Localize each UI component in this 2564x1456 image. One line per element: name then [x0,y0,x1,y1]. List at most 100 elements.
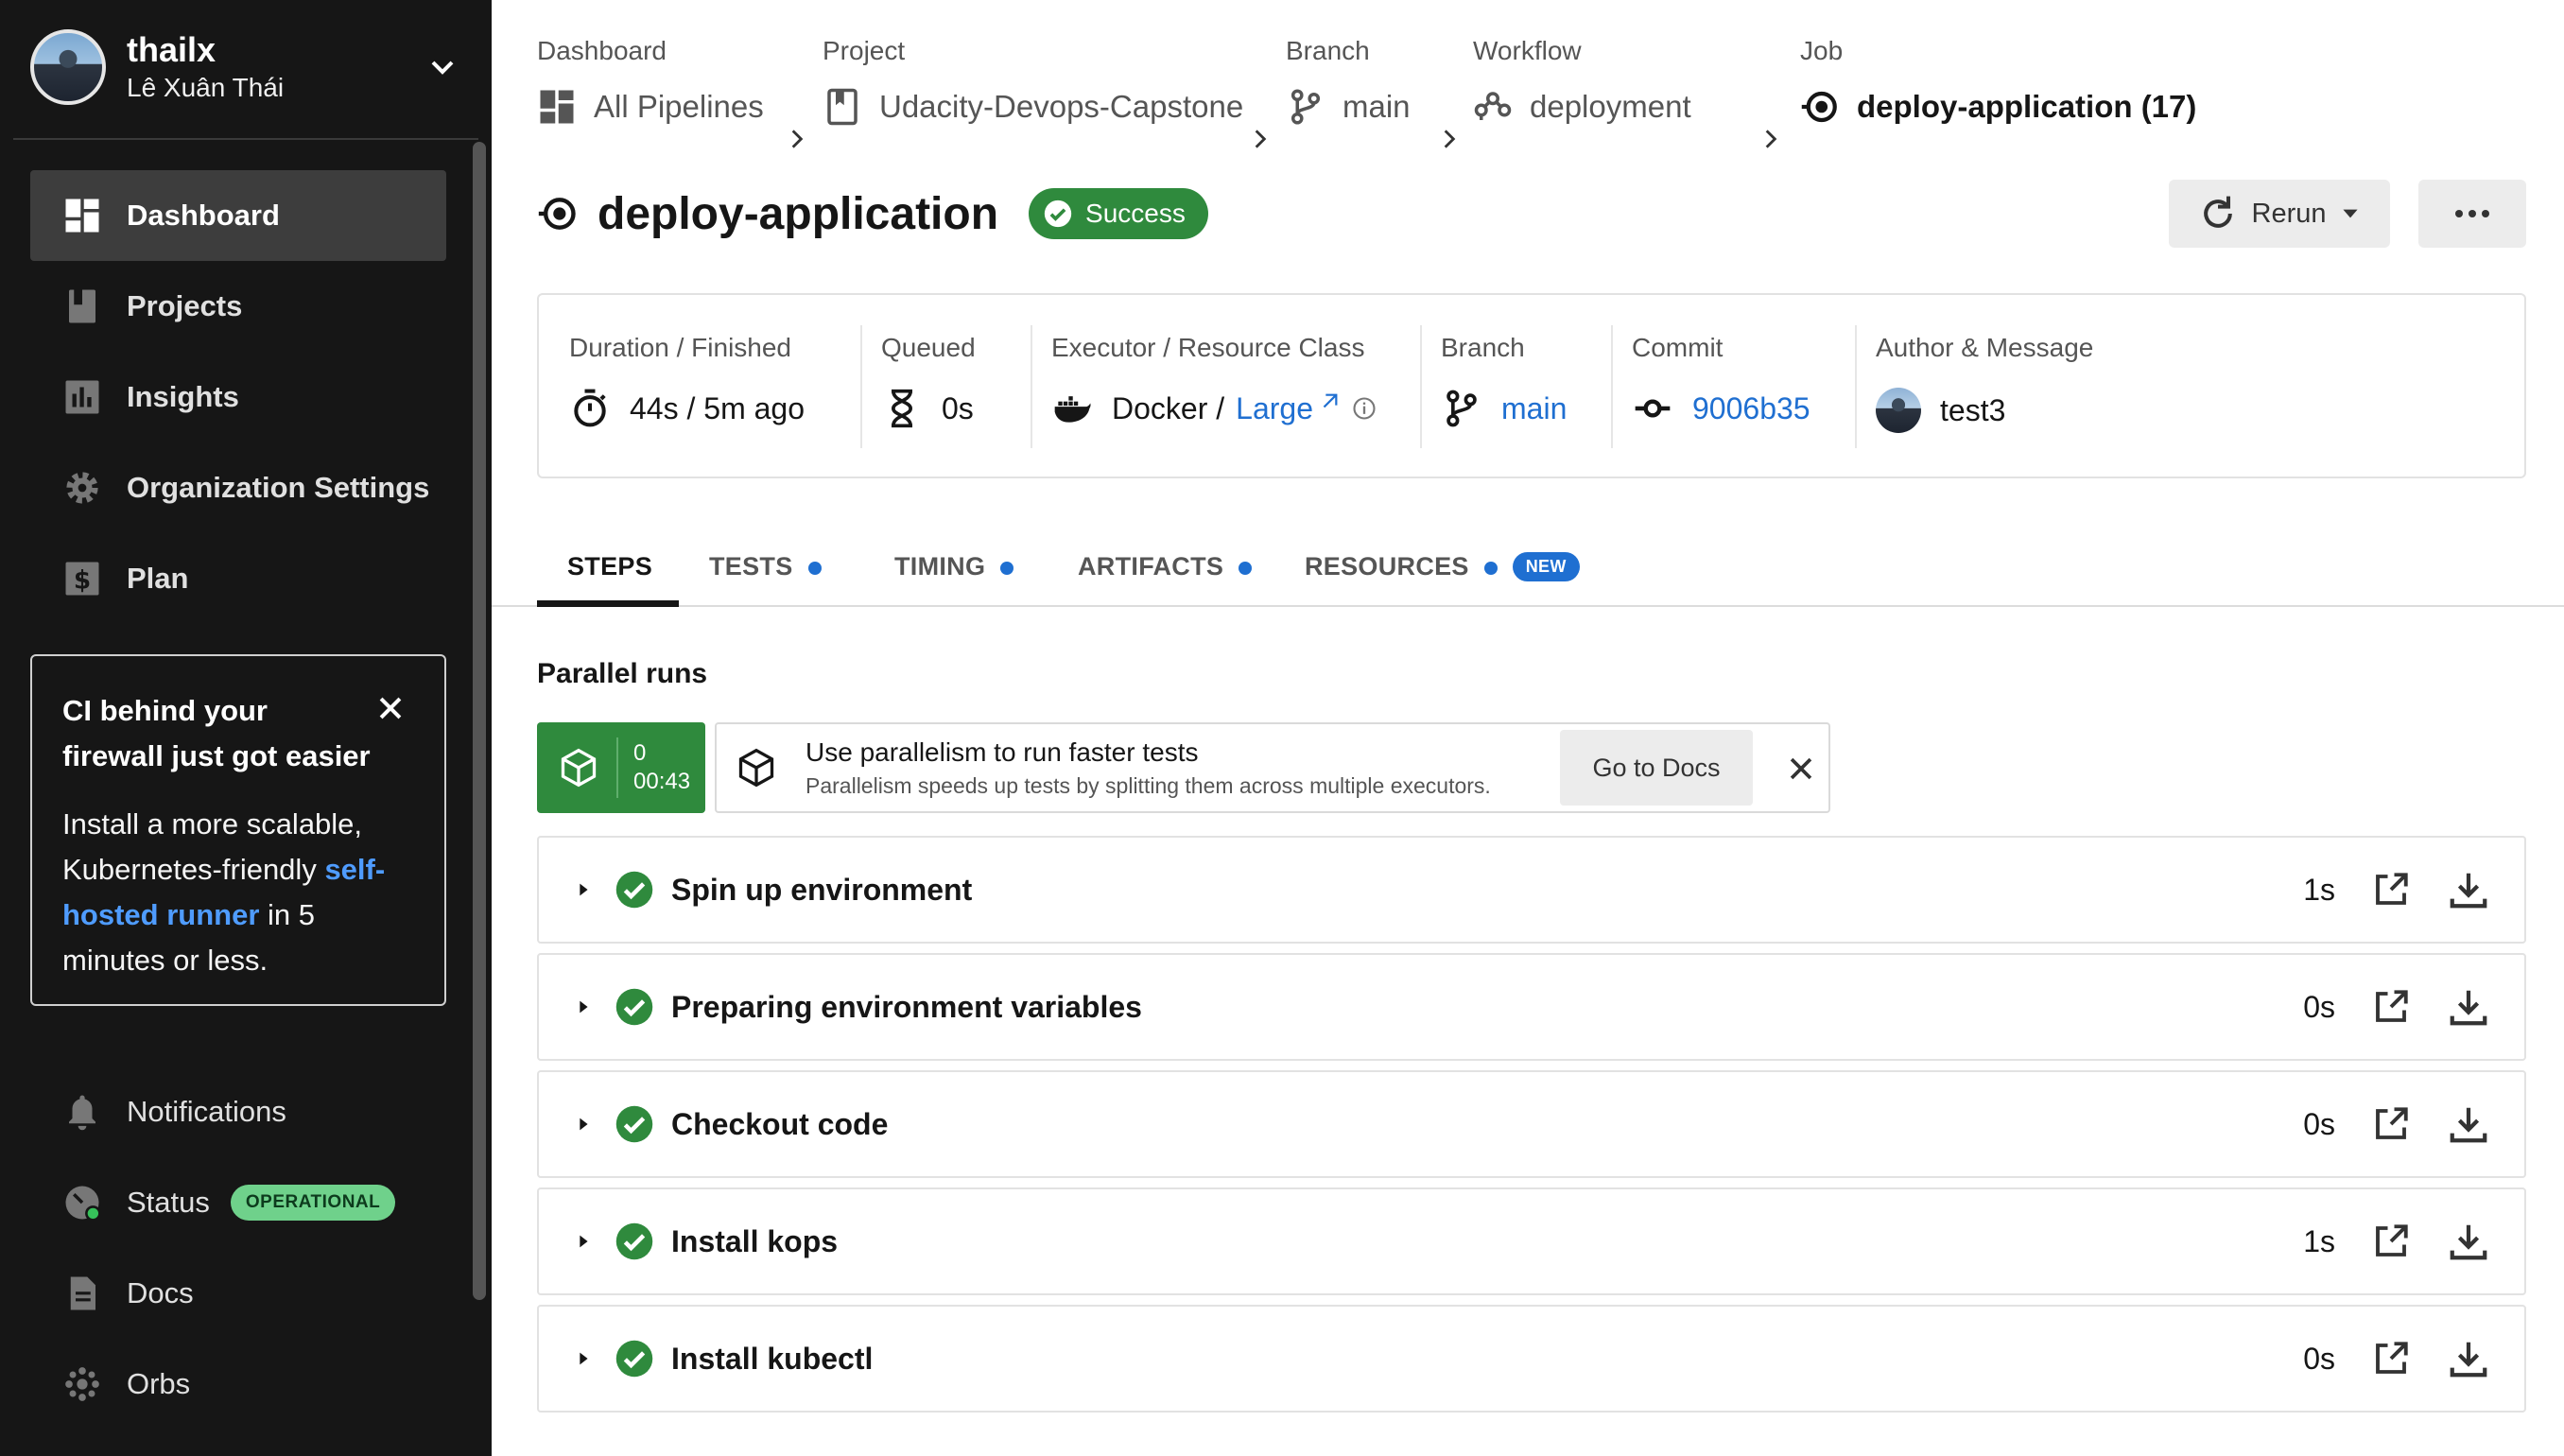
step-row[interactable]: Install kops 1s [537,1187,2526,1295]
sidebar-item-dashboard[interactable]: Dashboard [30,170,446,261]
tab-label: TESTS [709,552,793,581]
job-info-card: Duration / Finished 44s / 5m ago Queued … [537,293,2526,478]
rerun-button[interactable]: Rerun [2169,180,2390,248]
caret-right-icon[interactable] [573,1231,594,1252]
info-author: Author & Message test3 [1854,295,2094,480]
job-icon [538,198,576,230]
info-label: Queued [881,333,976,362]
job-icon [1801,91,1837,123]
username: thailx [127,30,217,69]
close-icon[interactable] [374,692,407,724]
tab-artifacts[interactable]: ARTIFACTS [1078,539,1253,607]
step-row[interactable]: Preparing environment variables 0s [537,953,2526,1061]
svg-text:$: $ [74,567,91,596]
tab-label: STEPS [567,552,653,581]
sidebar-item-notifications[interactable]: Notifications [30,1066,446,1157]
promo-title: CI behind your firewall just got easier [62,694,371,772]
step-name: Checkout code [671,1106,889,1141]
external-link-icon[interactable] [1319,391,1340,412]
info-label: Executor / Resource Class [1051,333,1365,362]
caret-right-icon[interactable] [573,1348,594,1369]
sidebar-item-label: Status [127,1186,210,1219]
info-executor: Executor / Resource Class Docker / Large [1031,295,1377,480]
download-icon[interactable] [2447,1337,2490,1380]
breadcrumb-value: deployment [1530,89,1691,124]
sidebar-scrollbar[interactable] [473,142,486,1300]
info-value: 44s / 5m ago [630,390,805,425]
caret-right-icon[interactable] [573,879,594,900]
sidebar-item-insights[interactable]: Insights [30,352,446,442]
tab-resources[interactable]: RESOURCES NEW [1305,539,1580,607]
info-duration: Duration / Finished 44s / 5m ago [569,295,805,480]
sidebar-nav: Dashboard Projects Insights Organization… [30,170,446,624]
info-value: Docker / [1112,390,1225,425]
check-circle-icon [1044,199,1072,228]
caret-down-icon [2342,209,2358,218]
promo-body: Install a more scalable, Kubernetes-frie… [62,802,414,983]
run-time: 00:43 [633,769,691,794]
open-new-window-icon[interactable] [2371,1222,2411,1261]
sidebar-item-projects[interactable]: Projects [30,261,446,352]
sidebar-item-label: Orbs [127,1367,191,1400]
branch-link[interactable]: main [1501,391,1567,426]
sidebar-item-organization-settings[interactable]: Organization Settings [30,442,446,533]
parallel-runs-heading: Parallel runs [537,658,708,689]
sidebar-item-label: Docs [127,1276,194,1309]
go-to-docs-button[interactable]: Go to Docs [1560,730,1753,806]
hourglass-icon [891,389,913,428]
open-new-window-icon[interactable] [2371,1104,2411,1144]
sidebar: thailx Lê Xuân Thái Dashboard Projects I… [0,0,492,1456]
info-icon[interactable] [1351,395,1377,422]
breadcrumb-dashboard[interactable]: Dashboard All Pipelines [537,32,764,127]
dollar-icon: $ [65,562,99,596]
tab-steps[interactable]: STEPS [537,539,679,607]
open-new-window-icon[interactable] [2371,987,2411,1027]
tab-tests[interactable]: TESTS [709,539,822,607]
download-icon[interactable] [2447,1102,2490,1146]
info-label: Commit [1632,333,1724,362]
breadcrumb-workflow[interactable]: Workflow deployment [1473,32,1691,127]
check-circle-icon [615,1222,653,1260]
step-row[interactable]: Spin up environment 1s [537,836,2526,944]
more-icon [2455,210,2489,217]
breadcrumb-value: main [1343,89,1411,124]
commit-link[interactable]: 9006b35 [1692,391,1810,426]
resource-class-link[interactable]: Large [1236,391,1313,426]
more-options-button[interactable] [2418,180,2526,248]
user-menu[interactable]: thailx Lê Xuân Thái [30,25,461,110]
step-row[interactable]: Install kubectl 0s [537,1305,2526,1413]
info-value: test3 [1940,392,2006,427]
caret-right-icon[interactable] [573,997,594,1017]
download-icon[interactable] [2447,868,2490,911]
breadcrumb-project[interactable]: Project Udacity-Devops-Capstone [823,32,1243,127]
run-index: 0 [633,740,647,766]
info-label: Author & Message [1876,333,2094,362]
breadcrumb-branch[interactable]: Branch main [1286,32,1411,127]
sidebar-item-orbs[interactable]: Orbs [30,1339,446,1430]
close-icon[interactable] [1785,753,1817,785]
sidebar-item-label: Projects [127,289,243,322]
step-duration: 1s [2303,1223,2335,1258]
parallel-run-0[interactable]: 0 00:43 [537,722,705,813]
open-new-window-icon[interactable] [2371,870,2411,910]
step-row[interactable]: Checkout code 0s [537,1070,2526,1178]
sidebar-item-label: Plan [127,562,189,595]
sidebar-item-docs[interactable]: Docs [30,1248,446,1339]
job-tabs: STEPS TESTS TIMING ARTIFACTS RESOURCES N… [492,511,2564,607]
breadcrumb-value: All Pipelines [594,89,764,124]
download-icon[interactable] [2447,1220,2490,1263]
avatar [1876,388,1921,433]
sidebar-item-status[interactable]: Status OPERATIONAL [30,1157,446,1248]
commit-icon [1635,399,1671,418]
chevron-down-icon[interactable] [424,48,461,86]
sidebar-item-plan[interactable]: $ Plan [30,533,446,624]
pipelines-icon [540,90,574,124]
download-icon[interactable] [2447,985,2490,1029]
caret-right-icon[interactable] [573,1114,594,1135]
status-badge: Success [1029,188,1208,239]
check-circle-icon [615,1105,653,1143]
tab-timing[interactable]: TIMING [894,539,1014,607]
breadcrumb-label: Branch [1286,36,1370,65]
open-new-window-icon[interactable] [2371,1339,2411,1378]
main-content: Dashboard All Pipelines Project Udacity-… [492,0,2564,1456]
